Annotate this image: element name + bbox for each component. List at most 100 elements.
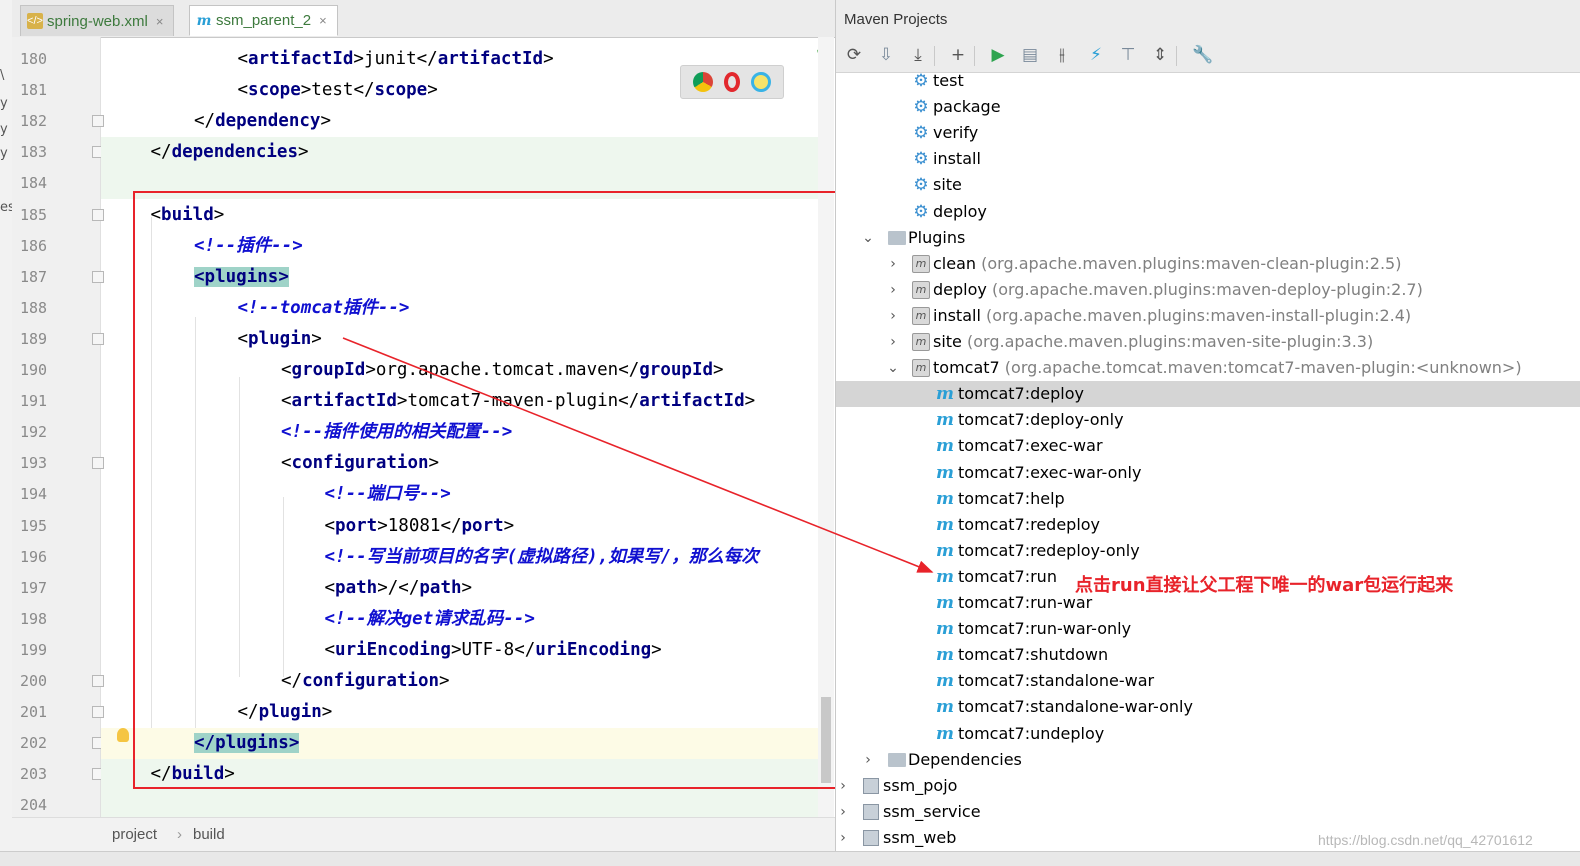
code-line[interactable]: </build> [101, 759, 818, 791]
goal-tomcat7-redeploy[interactable]: m tomcat7:redeploy [836, 512, 1580, 538]
goal-tomcat7-help[interactable]: m tomcat7:help [836, 486, 1580, 512]
code-line[interactable]: <groupId>org.apache.tomcat.maven</groupI… [101, 355, 818, 386]
scroll-thumb[interactable] [821, 697, 831, 783]
code-line[interactable]: </dependencies> [101, 137, 818, 169]
reimport-folder-icon[interactable]: ⇩ [876, 45, 896, 65]
ie-icon[interactable] [751, 72, 772, 92]
code-line[interactable]: <!--插件--> [101, 231, 818, 262]
chevron-right-icon[interactable]: › [836, 773, 850, 799]
goal-tomcat7-undeploy[interactable]: m tomcat7:undeploy [836, 721, 1580, 747]
code-line[interactable]: <path>/</path> [101, 573, 818, 604]
module-icon [863, 829, 879, 846]
plugin-node-install[interactable]: › m install (org.apache.maven.plugins:mave… [836, 303, 1580, 329]
goal-label: tomcat7:help [958, 488, 1065, 508]
code-line[interactable]: <artifactId>tomcat7-maven-plugin</artifa… [101, 386, 818, 417]
plugin-node-site[interactable]: › m site (org.apache.maven.plugins:maven-s… [836, 329, 1580, 355]
code-token: groupId [291, 360, 366, 380]
chevron-right-icon[interactable]: › [861, 747, 875, 773]
goal-tomcat7-deploy[interactable]: m tomcat7:deploy [836, 381, 1580, 408]
editor-scrollbar[interactable] [818, 37, 834, 817]
download-icon[interactable]: ⤓ [908, 45, 928, 65]
code-line[interactable]: <!--端口号--> [101, 479, 818, 510]
goal-tomcat7-standalone-war-only[interactable]: m tomcat7:standalone-war-only [836, 694, 1580, 720]
code-line[interactable]: </plugin> [101, 697, 818, 728]
maven-goal-icon: m [936, 488, 954, 509]
dependencies-node[interactable]: › Dependencies [836, 747, 1580, 773]
goal-tomcat7-deploy-only[interactable]: m tomcat7:deploy-only [836, 407, 1580, 433]
code-line[interactable]: <!--解决get请求乱码--> [101, 604, 818, 635]
execute-goal-icon[interactable]: ▤ [1020, 45, 1040, 65]
collapse-icon[interactable]: ⊤ [1118, 45, 1138, 65]
maven-goal-icon: m [936, 566, 954, 587]
code-line[interactable]: <uriEncoding>UTF-8</uriEncoding> [101, 635, 818, 666]
code-line[interactable]: </configuration> [101, 666, 818, 697]
plugins-node[interactable]: ⌄ Plugins [836, 225, 1580, 251]
code-text: / [387, 577, 399, 598]
code-area[interactable]: <artifactId>junit</artifactId> <scope>tes… [101, 37, 818, 817]
plugin-node-tomcat7[interactable]: ⌄ m tomcat7 (org.apache.tomcat.maven:tomca… [836, 355, 1580, 381]
tab-ssm-parent-2[interactable]: m ssm_parent_2 × [189, 5, 338, 36]
chevron-right-icon[interactable]: › [836, 825, 850, 851]
code-line[interactable] [101, 790, 818, 817]
code-token: < [150, 204, 162, 225]
chevron-right-icon[interactable]: › [886, 251, 900, 277]
expand-icon[interactable]: ⇕ [1150, 45, 1170, 65]
code-token: </ [194, 733, 216, 754]
close-icon[interactable]: × [319, 13, 327, 28]
add-icon[interactable]: + [948, 45, 968, 65]
code-line[interactable]: <!--tomcat插件--> [101, 293, 818, 324]
plugin-node-deploy[interactable]: › m deploy (org.apache.maven.plugins:maven… [836, 277, 1580, 303]
module-ssm_pojo[interactable]: › ssm_pojo [836, 773, 1580, 799]
chrome-icon[interactable] [692, 72, 713, 92]
maven-m-icon: m [196, 12, 212, 29]
lifecycle-item-package[interactable]: ⚙ package [836, 94, 1580, 120]
chevron-right-icon[interactable]: › [836, 799, 850, 825]
module-ssm_service[interactable]: › ssm_service [836, 799, 1580, 825]
code-line[interactable]: <port>18081</port> [101, 511, 818, 542]
code-line[interactable]: <build> [101, 200, 818, 231]
run-icon[interactable]: ▶ [988, 45, 1008, 65]
chevron-right-icon[interactable]: › [886, 329, 900, 355]
plugin-icon: m [912, 359, 930, 378]
goal-tomcat7-redeploy-only[interactable]: m tomcat7:redeploy-only [836, 538, 1580, 564]
code-line[interactable]: <plugin> [101, 324, 818, 355]
chevron-right-icon[interactable]: › [886, 303, 900, 329]
code-line[interactable]: <!--写当前项目的名字(虚拟路径),如果写/，那么每次 [101, 542, 818, 573]
breadcrumb-item-project[interactable]: project [112, 826, 157, 843]
code-line[interactable]: <configuration> [101, 448, 818, 479]
lightning-icon[interactable]: ⚡ [1086, 45, 1106, 65]
gear-icon: ⚙ [913, 149, 929, 170]
lifecycle-item-test[interactable]: ⚙ test [836, 68, 1580, 94]
toggle-offline-icon[interactable]: ⫲ [1052, 45, 1072, 65]
code-token: > [377, 577, 388, 598]
goal-tomcat7-standalone-war[interactable]: m tomcat7:standalone-war [836, 668, 1580, 694]
chevron-down-icon[interactable]: ⌄ [861, 225, 875, 251]
chevron-right-icon[interactable]: › [886, 277, 900, 303]
chevron-down-icon[interactable]: ⌄ [886, 355, 900, 381]
lifecycle-item-install[interactable]: ⚙ install [836, 146, 1580, 172]
goal-tomcat7-exec-war[interactable]: m tomcat7:exec-war [836, 433, 1580, 459]
code-line[interactable] [101, 168, 818, 200]
opera-icon[interactable] [723, 72, 740, 92]
code-token: > [450, 639, 462, 660]
lifecycle-item-verify[interactable]: ⚙ verify [836, 120, 1580, 146]
breadcrumb-item-build[interactable]: build [193, 826, 225, 843]
gear-icon: ⚙ [913, 201, 929, 222]
code-line[interactable]: <plugins> [101, 262, 818, 293]
lifecycle-item-site[interactable]: ⚙ site [836, 172, 1580, 198]
tab-spring-web-xml[interactable]: </> spring-web.xml × [20, 5, 175, 36]
goal-tomcat7-run-war-only[interactable]: m tomcat7:run-war-only [836, 616, 1580, 642]
lightbulb-icon[interactable] [117, 728, 129, 742]
code-line[interactable]: </dependency> [101, 106, 818, 137]
lifecycle-item-deploy[interactable]: ⚙ deploy [836, 199, 1580, 225]
code-line[interactable]: </plugins> [101, 728, 818, 760]
settings-wrench-icon[interactable]: 🔧 [1192, 45, 1213, 65]
plugin-icon: m [912, 306, 930, 325]
goal-tomcat7-exec-war-only[interactable]: m tomcat7:exec-war-only [836, 460, 1580, 486]
plugin-node-clean[interactable]: › m clean (org.apache.maven.plugins:maven-… [836, 251, 1580, 277]
code-line[interactable]: <!--插件使用的相关配置--> [101, 417, 818, 448]
goal-tomcat7-shutdown[interactable]: m tomcat7:shutdown [836, 642, 1580, 668]
close-icon[interactable]: × [156, 14, 164, 29]
breadcrumb-separator: › [177, 826, 182, 843]
refresh-icon[interactable]: ⟳ [844, 45, 864, 65]
